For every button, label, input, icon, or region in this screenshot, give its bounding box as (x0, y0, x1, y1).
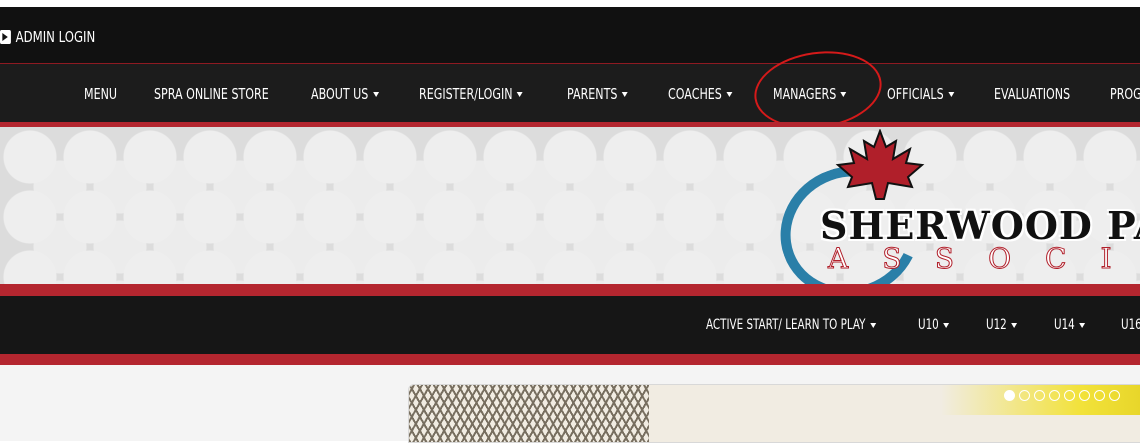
slider-dot[interactable] (1049, 390, 1060, 401)
slide-image-net (409, 385, 649, 442)
divider-line (0, 354, 1140, 365)
subnav-item-label: U14 (1054, 317, 1075, 333)
header-banner: SHERWOOD PAR ASSOCI (0, 127, 1140, 284)
nav-item-spra-online-store[interactable]: SPRA ONLINE STORE (154, 64, 269, 124)
subnav-item-label: ACTIVE START/ LEARN TO PLAY (706, 317, 866, 333)
nav-item-menu[interactable]: MENU (84, 64, 117, 124)
slider-dot[interactable] (1004, 390, 1015, 401)
nav-item-programs[interactable]: PROG (1110, 64, 1140, 124)
admin-login-label: ADMIN LOGIN (15, 28, 96, 46)
nav-item-label: PROG (1110, 85, 1140, 103)
caret-down-icon (1079, 322, 1086, 328)
nav-item-label: EVALUATIONS (994, 85, 1071, 103)
divider-line (0, 284, 1140, 296)
slider-dot[interactable] (1109, 390, 1120, 401)
subnav-item-label: U10 (918, 317, 939, 333)
main-nav: MENU SPRA ONLINE STORE ABOUT US REGISTER… (0, 63, 1140, 124)
caret-down-icon (943, 322, 950, 328)
slider-dot[interactable] (1079, 390, 1090, 401)
caret-down-icon (948, 91, 954, 97)
subnav-item-u16[interactable]: U16 (1121, 296, 1140, 354)
nav-item-label: MENU (84, 85, 118, 103)
nav-item-label: SPRA ONLINE STORE (154, 85, 269, 103)
nav-item-label: PARENTS (567, 85, 618, 103)
sign-in-icon (0, 30, 11, 44)
top-bar: ADMIN LOGIN (0, 7, 1140, 63)
nav-item-register-login[interactable]: REGISTER/LOGIN (419, 64, 523, 124)
nav-item-officials[interactable]: OFFICIALS (887, 64, 954, 124)
nav-item-parents[interactable]: PARENTS (567, 64, 628, 124)
nav-item-evaluations[interactable]: EVALUATIONS (994, 64, 1070, 124)
nav-item-label: OFFICIALS (887, 85, 944, 103)
nav-item-about-us[interactable]: ABOUT US (311, 64, 379, 124)
admin-login-link[interactable]: ADMIN LOGIN (0, 27, 95, 47)
caret-down-icon (869, 322, 876, 328)
slider-dot[interactable] (1019, 390, 1030, 401)
slider-dot[interactable] (1064, 390, 1075, 401)
subnav-item-active-start[interactable]: ACTIVE START/ LEARN TO PLAY (706, 296, 876, 354)
logo-subtitle: ASSOCI (828, 242, 1140, 276)
nav-item-label: ABOUT US (311, 85, 369, 103)
nav-item-label: COACHES (668, 85, 722, 103)
subnav-item-label: U16 (1121, 317, 1140, 333)
caret-down-icon (726, 91, 733, 97)
subnav-item-u12[interactable]: U12 (986, 296, 1018, 354)
subnav-item-u14[interactable]: U14 (1054, 296, 1086, 354)
caret-down-icon (1011, 322, 1018, 328)
nav-item-coaches[interactable]: COACHES (668, 64, 733, 124)
slider-dot[interactable] (1034, 390, 1045, 401)
caret-down-icon (621, 91, 628, 97)
subnav-item-u10[interactable]: U10 (918, 296, 950, 354)
caret-down-icon (517, 91, 523, 97)
maple-leaf-icon (835, 129, 925, 200)
nav-item-label: REGISTER/LOGIN (419, 85, 513, 103)
caret-down-icon (372, 91, 379, 97)
slider-dot[interactable] (1094, 390, 1105, 401)
age-group-nav: ACTIVE START/ LEARN TO PLAY U10 U12 U14 … (0, 296, 1140, 354)
subnav-item-label: U12 (986, 317, 1007, 333)
slider-indicators (1004, 390, 1120, 401)
